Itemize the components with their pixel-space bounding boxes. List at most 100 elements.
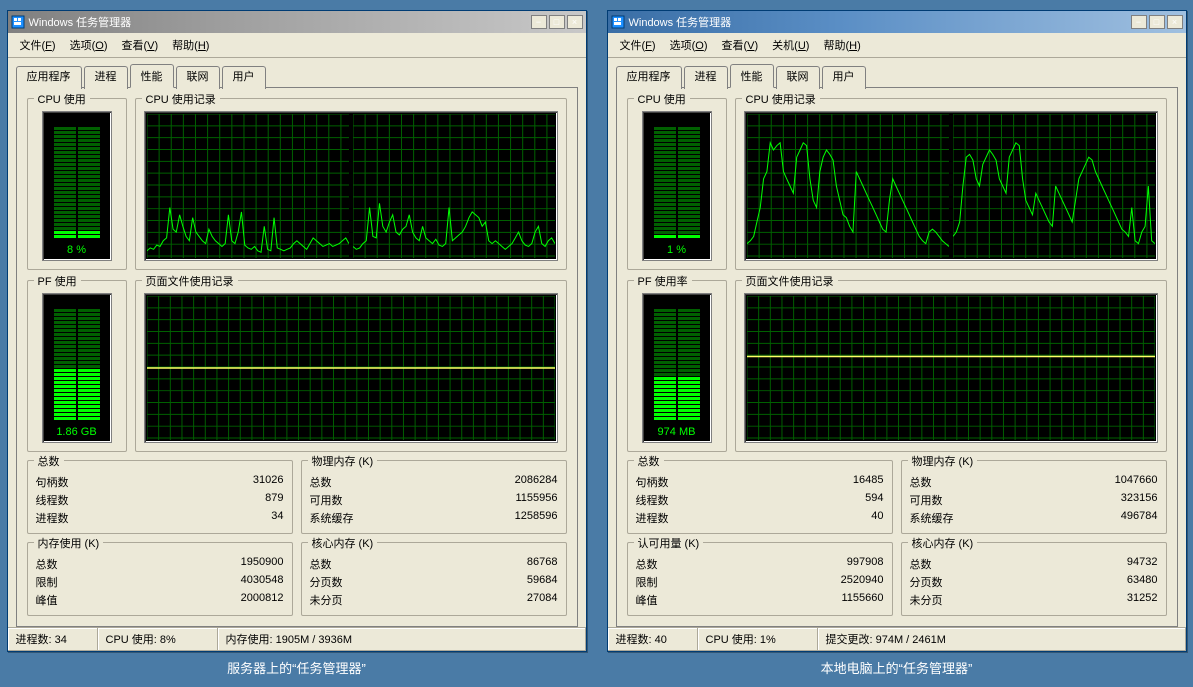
stat-value: 496784 (1121, 510, 1158, 526)
stat-value: 1155660 (841, 592, 883, 608)
usage-meter: 1 % (642, 111, 712, 261)
stat-value: 997908 (847, 556, 884, 572)
maximize-button[interactable]: □ (1149, 15, 1165, 29)
cpu-history-graph (953, 114, 1155, 258)
pf-history-graph (747, 296, 1155, 440)
menu-item[interactable]: 查看(V) (715, 35, 764, 55)
usage-meter: 1.86 GB (42, 293, 112, 443)
cpu-usage-legend: CPU 使用 (34, 91, 90, 107)
pf-usage-box: PF 使用1.86 GB (27, 280, 127, 452)
stat-row: 句柄数16485 (636, 473, 884, 491)
performance-panel: CPU 使用8 %CPU 使用记录PF 使用1.86 GB页面文件使用记录总数句… (16, 87, 578, 627)
tab[interactable]: 联网 (776, 66, 820, 89)
tab[interactable]: 应用程序 (16, 66, 82, 89)
stat-row: 限制4030548 (36, 573, 284, 591)
stat-label: 总数 (910, 474, 932, 490)
stat-row: 限制2520940 (636, 573, 884, 591)
stat-label: 未分页 (910, 592, 943, 608)
pf-history-box: 页面文件使用记录 (135, 280, 567, 452)
cpu-history-box: CPU 使用记录 (135, 98, 567, 270)
cpu-history-legend: CPU 使用记录 (142, 91, 220, 107)
stat-label: 系统缓存 (910, 510, 954, 526)
menu-item[interactable]: 帮助(H) (166, 35, 215, 55)
stat-value: 40 (871, 510, 883, 526)
maximize-button[interactable]: □ (549, 15, 565, 29)
titlebar[interactable]: Windows 任务管理器 − □ × (608, 11, 1186, 33)
stat-row: 可用数1155956 (310, 491, 558, 509)
tab[interactable]: 进程 (684, 66, 728, 89)
stat-label: 线程数 (36, 492, 69, 508)
task-manager-window: Windows 任务管理器 − □ × 文件(F)选项(O)查看(V)关机(U)… (607, 10, 1187, 652)
menu-item[interactable]: 文件(F) (614, 35, 662, 55)
titlebar[interactable]: Windows 任务管理器 − □ × (8, 11, 586, 33)
cpu-usage-box: CPU 使用8 % (27, 98, 127, 270)
stat-label: 可用数 (910, 492, 943, 508)
pf-history-legend: 页面文件使用记录 (742, 273, 838, 289)
close-button[interactable]: × (1167, 15, 1183, 29)
minimize-button[interactable]: − (531, 15, 547, 29)
stat-label: 系统缓存 (310, 510, 354, 526)
stat-value: 27084 (527, 592, 558, 608)
pf-usage-legend: PF 使用率 (634, 273, 692, 289)
app-icon (611, 15, 625, 29)
menu-item[interactable]: 选项(O) (64, 35, 114, 55)
stat-row: 系统缓存 496784 (910, 509, 1158, 527)
menu-item[interactable]: 选项(O) (664, 35, 714, 55)
menu-item[interactable]: 查看(V) (115, 35, 164, 55)
stat-row: 句柄数31026 (36, 473, 284, 491)
cpu-history-box: CPU 使用记录 (735, 98, 1167, 270)
stat-label: 句柄数 (636, 474, 669, 490)
stat-row: 总数 997908 (636, 555, 884, 573)
stat-label: 总数 (636, 556, 658, 572)
stat-row: 未分页27084 (310, 591, 558, 609)
stat-row: 总数 1950900 (36, 555, 284, 573)
tab[interactable]: 用户 (222, 66, 266, 89)
menu-item[interactable]: 帮助(H) (817, 35, 866, 55)
stat-legend: 核心内存 (K) (308, 535, 378, 551)
stat-value: 1950900 (241, 556, 284, 572)
stat-row: 总数2086284 (310, 473, 558, 491)
tab[interactable]: 联网 (176, 66, 220, 89)
stat-label: 线程数 (636, 492, 669, 508)
tab[interactable]: 性能 (130, 64, 174, 88)
window-title: Windows 任务管理器 (29, 14, 531, 30)
stat-label: 峰值 (636, 592, 658, 608)
window-caption: 服务器上的“任务管理器” (227, 658, 366, 677)
pf-history-graph (147, 296, 555, 440)
performance-panel: CPU 使用1 %CPU 使用记录PF 使用率974 MB页面文件使用记录总数句… (616, 87, 1178, 627)
stat-label: 分页数 (910, 574, 943, 590)
cpu-history-graph (147, 114, 349, 258)
stat-group-kernel: 核心内存 (K)总数86768分页数59684未分页27084 (301, 542, 567, 616)
cpu-history-graph (747, 114, 949, 258)
stat-row: 进程数40 (636, 509, 884, 527)
stat-label: 峰值 (36, 592, 58, 608)
statusbar: 进程数: 34 CPU 使用: 8% 内存使用: 1905M / 3936M (8, 627, 586, 651)
statusbar: 进程数: 40 CPU 使用: 1% 提交更改: 974M / 2461M (608, 627, 1186, 651)
stat-value: 63480 (1127, 574, 1158, 590)
stat-label: 总数 (310, 474, 332, 490)
menu-item[interactable]: 关机(U) (766, 35, 815, 55)
stat-value: 2520940 (841, 574, 884, 590)
stat-label: 总数 (36, 556, 58, 572)
minimize-button[interactable]: − (1131, 15, 1147, 29)
tab[interactable]: 性能 (730, 64, 774, 88)
tabs: 应用程序进程性能联网用户 (616, 64, 1178, 87)
window-caption: 本地电脑上的“任务管理器” (821, 658, 973, 677)
stat-group-totals: 总数句柄数31026线程数879进程数34 (27, 460, 293, 534)
stat-group-kernel: 核心内存 (K)总数94732分页数63480未分页31252 (901, 542, 1167, 616)
pf-usage-box: PF 使用率974 MB (627, 280, 727, 452)
stat-row: 可用数323156 (910, 491, 1158, 509)
stat-row: 分页数 63480 (910, 573, 1158, 591)
stat-value: 34 (271, 510, 283, 526)
stat-value: 59684 (527, 574, 558, 590)
stat-group-totals: 总数句柄数16485线程数594进程数40 (627, 460, 893, 534)
stat-label: 分页数 (310, 574, 343, 590)
tab[interactable]: 进程 (84, 66, 128, 89)
menu-item[interactable]: 文件(F) (14, 35, 62, 55)
tab[interactable]: 应用程序 (616, 66, 682, 89)
close-button[interactable]: × (567, 15, 583, 29)
status-memory: 内存使用: 1905M / 3936M (218, 628, 586, 651)
stat-row: 总数86768 (310, 555, 558, 573)
meter-value: 974 MB (658, 426, 696, 438)
tab[interactable]: 用户 (822, 66, 866, 89)
